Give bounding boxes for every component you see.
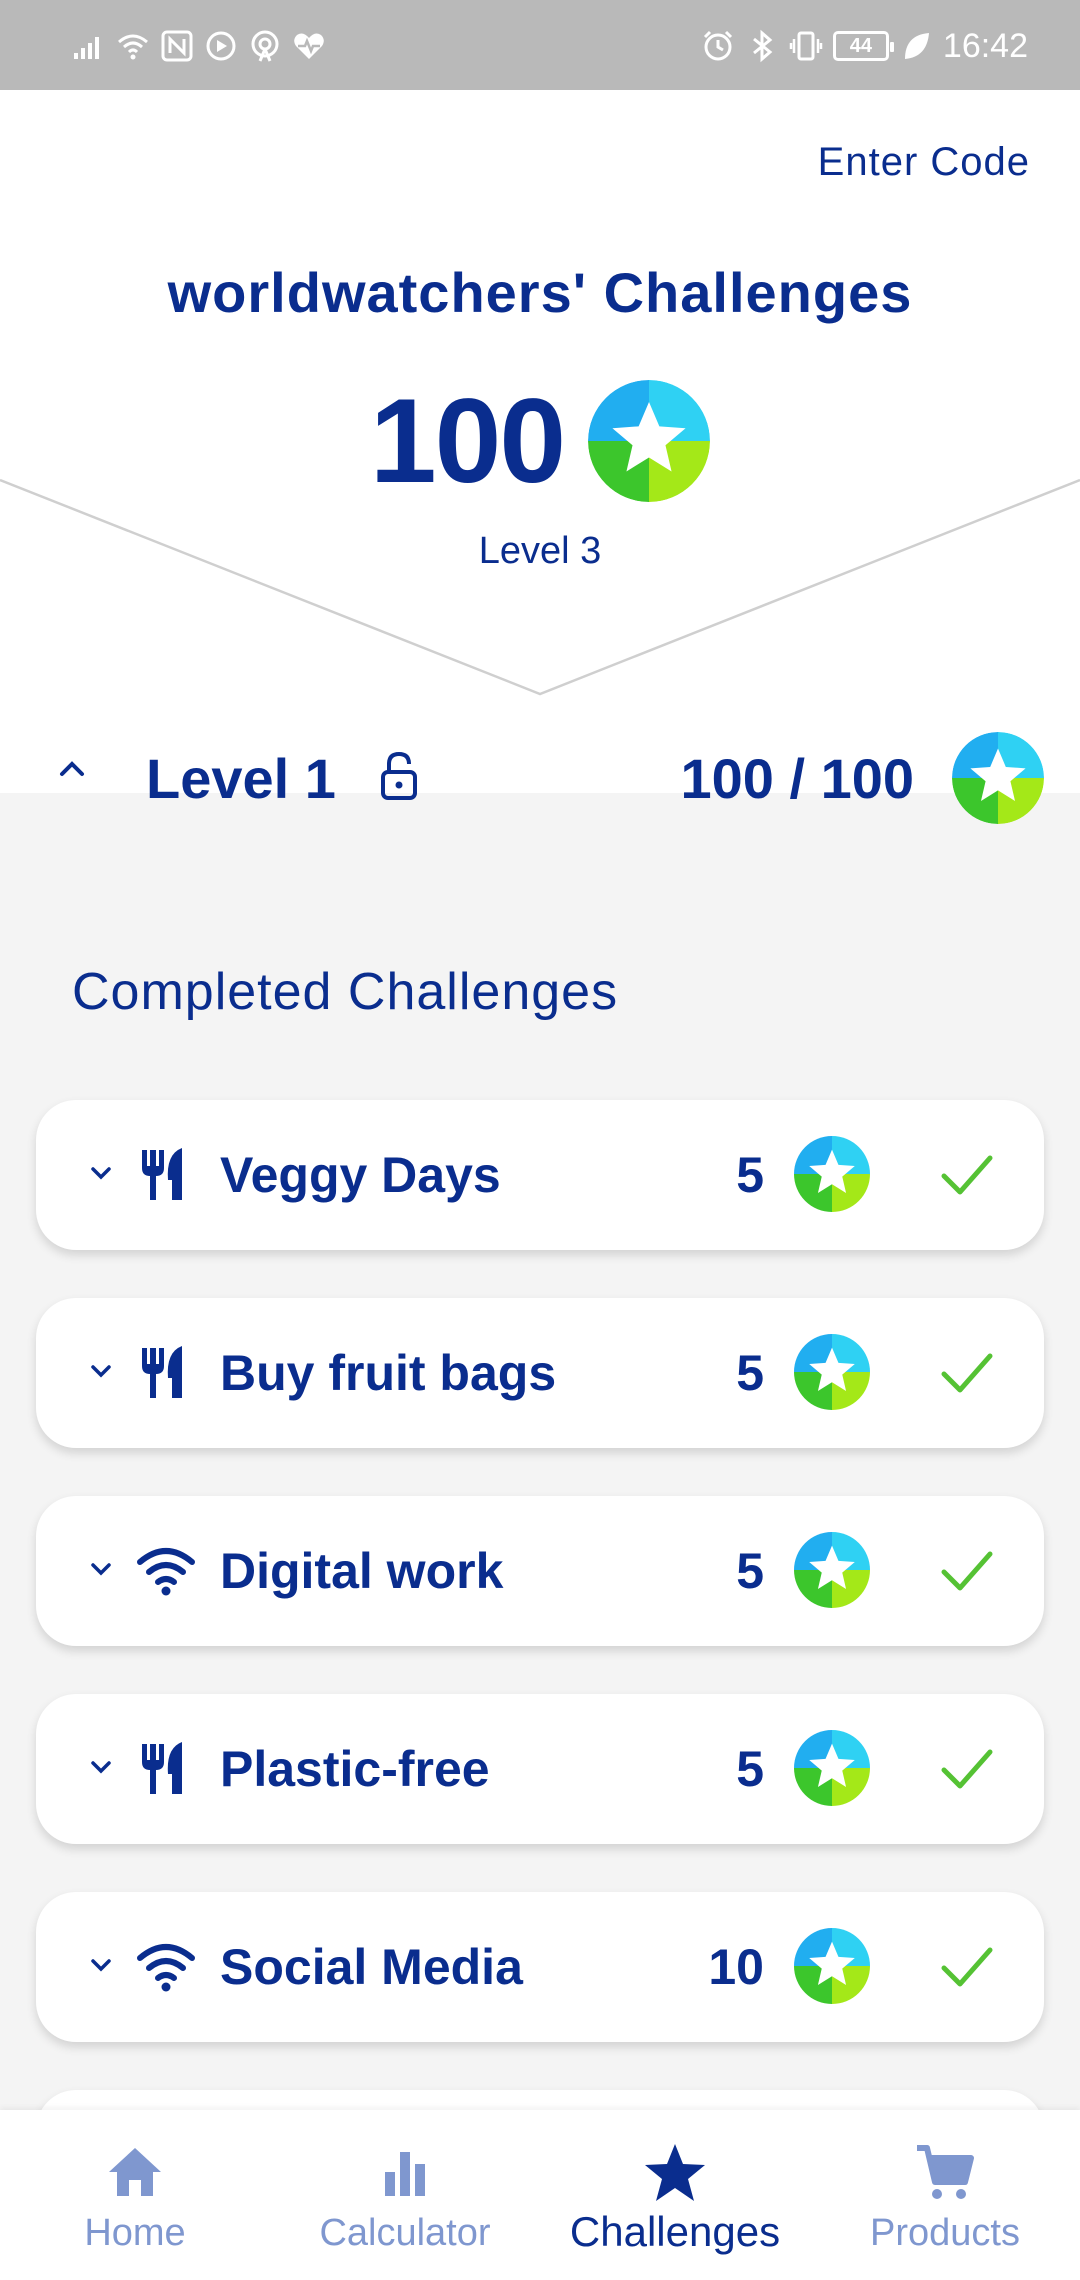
hotspot-icon [251,30,279,62]
challenge-card[interactable]: Social Media 10 [36,1892,1044,2042]
status-time: 16:42 [942,26,1028,65]
challenge-card[interactable]: Digital work 5 [36,1496,1044,1646]
status-left-icons [72,26,326,66]
total-points: 100 [369,374,566,508]
nav-challenges[interactable]: Challenges [540,2110,810,2280]
challenge-title: Veggy Days [220,1147,501,1203]
challenge-points: 5 [736,1147,764,1203]
media-icon [206,31,236,61]
nfc-icon [161,30,193,62]
challenge-title: Social Media [220,1939,523,1995]
nav-calculator[interactable]: Calculator [270,2110,540,2280]
cart-icon [917,2145,974,2199]
nav-home[interactable]: Home [0,2110,270,2280]
challenge-card[interactable]: Plastic-free 5 [36,1694,1044,1844]
completed-challenges-heading: Completed Challenges [72,963,619,1021]
nav-challenges-label: Challenges [569,2208,781,2255]
challenge-points: 5 [736,1345,764,1401]
challenge-title: Digital work [220,1543,504,1599]
cutlery-icon [136,1342,196,1402]
wifi-icon [136,1936,196,1996]
app-screen: 44 16:42 Enter Code worldwatchers' Chall… [0,0,1080,2280]
status-right-icons: 44 16:42 [701,24,1028,68]
challenge-points: 10 [708,1939,764,1995]
level-accordion-header[interactable]: Level 1 100 / 100 [0,720,1080,840]
level-progress: 100 / 100 [680,747,914,810]
cutlery-icon [136,1738,196,1798]
home-icon [109,2148,161,2196]
checkmark-icon [936,1738,998,1800]
nav-calculator-label: Calculator [319,2212,491,2254]
checkmark-icon [936,1936,998,1998]
chevron-down-icon[interactable] [86,1158,116,1188]
enter-code-link[interactable]: Enter Code [818,140,1030,185]
star-badge-icon [588,380,711,502]
wifi-icon [118,34,148,60]
nav-home-label: Home [84,2212,186,2254]
health-icon [294,33,324,59]
level-title: Level 1 [146,747,336,810]
challenge-points: 5 [736,1543,764,1599]
challenge-title: Buy fruit bags [220,1345,557,1401]
nav-products[interactable]: Products [810,2110,1080,2280]
chevron-down-icon[interactable] [86,1950,116,1980]
challenge-points: 5 [736,1741,764,1797]
nav-products-label: Products [870,2212,1020,2254]
checkmark-icon [936,1540,998,1602]
star-badge-icon [794,1928,870,2009]
signal-icon [74,37,99,59]
chevron-down-icon[interactable] [86,1356,116,1386]
checkmark-icon [936,1144,998,1206]
page-title: worldwatchers' Challenges [167,261,913,324]
chevron-down-icon[interactable] [86,1752,116,1782]
star-badge-icon [794,1730,870,1811]
star-badge-icon [794,1334,870,1415]
wifi-icon [136,1540,196,1600]
star-icon [645,2144,705,2201]
lock-open-icon [381,751,417,800]
bar-chart-icon [385,2152,425,2196]
challenges-header: Enter Code worldwatchers' Challenges 100… [0,90,1080,824]
challenge-card[interactable]: Veggy Days 5 [36,1100,1044,1250]
status-bar: 44 16:42 [0,0,1080,90]
challenge-title: Plastic-free [220,1741,490,1797]
chevron-up-icon[interactable] [54,750,90,786]
checkmark-icon [936,1342,998,1404]
points-summary: 100 [0,380,1080,502]
star-badge-icon [794,1136,870,1217]
cutlery-icon [136,1144,196,1204]
chevron-down-icon[interactable] [86,1554,116,1584]
challenge-card[interactable]: Buy fruit bags 5 [36,1298,1044,1448]
alarm-icon [703,30,732,61]
bottom-navigation: Home Calculator Challenges Products [0,2110,1080,2280]
star-badge-icon [952,732,1044,824]
battery-icon: 44 [832,31,894,61]
bluetooth-icon [752,29,773,63]
star-badge-icon [794,1532,870,1613]
leaf-icon [904,33,929,59]
vibrate-icon [789,31,823,61]
current-level-label: Level 3 [478,530,602,572]
